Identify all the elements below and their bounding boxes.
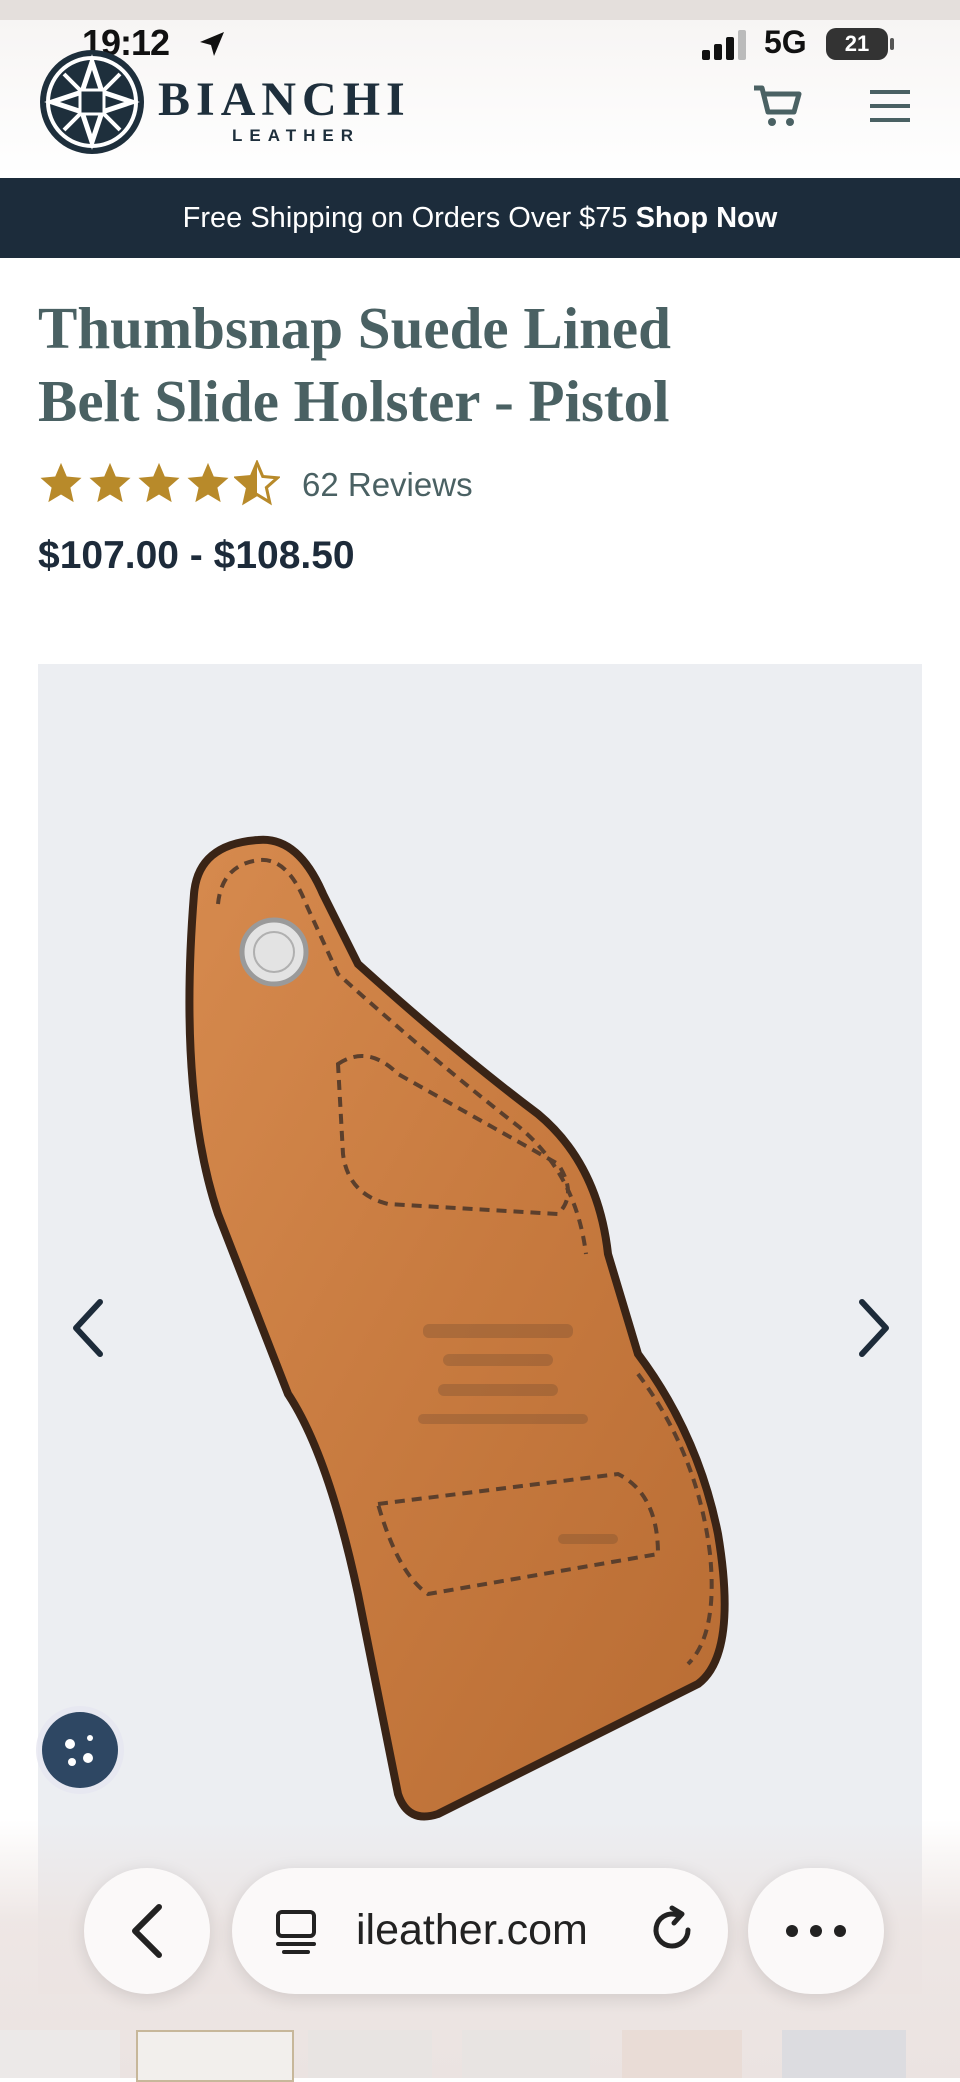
cart-icon[interactable] xyxy=(752,84,802,128)
promo-text: Free Shipping on Orders Over $75 xyxy=(182,201,628,234)
top-strip xyxy=(0,0,960,20)
bianchi-logo-icon[interactable] xyxy=(36,46,148,158)
battery-icon: 21 xyxy=(826,28,888,60)
star-icon xyxy=(40,462,82,503)
product-title-line2: Belt Slide Holster - Pistol xyxy=(38,368,670,434)
page-menu-icon[interactable] xyxy=(272,1908,320,1956)
price-range: $107.00 - $108.50 xyxy=(38,534,355,577)
cookie-icon xyxy=(65,1735,93,1766)
promo-banner: Free Shipping on Orders Over $75 Shop No… xyxy=(0,178,960,258)
browser-back-button[interactable] xyxy=(84,1868,210,1994)
browser-url: ileather.com xyxy=(356,1906,588,1954)
reviews-link[interactable]: 62 Reviews xyxy=(302,466,473,504)
thumbnail[interactable] xyxy=(622,2030,742,2078)
holster-product-image xyxy=(185,835,729,1821)
menu-icon[interactable] xyxy=(868,88,912,124)
thumbnail[interactable] xyxy=(0,2030,120,2078)
gallery-thumbnails xyxy=(0,2024,960,2082)
reload-icon[interactable] xyxy=(646,1904,698,1956)
shop-now-link[interactable]: Shop Now xyxy=(636,202,778,235)
signal-icon xyxy=(702,30,746,60)
thumbnail[interactable] xyxy=(782,2030,906,2078)
cookie-settings-button[interactable] xyxy=(42,1712,118,1788)
half-star-icon xyxy=(234,460,280,506)
gallery-prev-icon[interactable] xyxy=(66,1296,110,1360)
thumbnail-active[interactable] xyxy=(136,2030,294,2082)
network-label: 5G xyxy=(764,24,807,60)
back-chevron-icon xyxy=(132,1904,162,1958)
thumbnail[interactable] xyxy=(308,2030,432,2078)
product-image-gallery[interactable] xyxy=(38,664,922,1994)
battery-level: 21 xyxy=(844,31,870,56)
star-icon xyxy=(89,462,131,503)
product-title: Thumbsnap Suede Lined Belt Slide Holster… xyxy=(38,292,918,438)
brand-name[interactable]: BIANCHI xyxy=(158,72,411,127)
star-icon xyxy=(187,462,229,503)
rating-stars[interactable] xyxy=(38,460,280,506)
thumbnail[interactable] xyxy=(462,2030,590,2078)
browser-more-button[interactable] xyxy=(748,1868,884,1994)
location-arrow-icon xyxy=(200,32,224,56)
brand-sub: LEATHER xyxy=(232,126,361,145)
battery-tip xyxy=(890,38,894,50)
more-dots-icon xyxy=(786,1925,846,1937)
gallery-next-icon[interactable] xyxy=(852,1296,896,1360)
star-icon xyxy=(138,462,180,503)
product-title-line1: Thumbsnap Suede Lined xyxy=(38,295,671,361)
